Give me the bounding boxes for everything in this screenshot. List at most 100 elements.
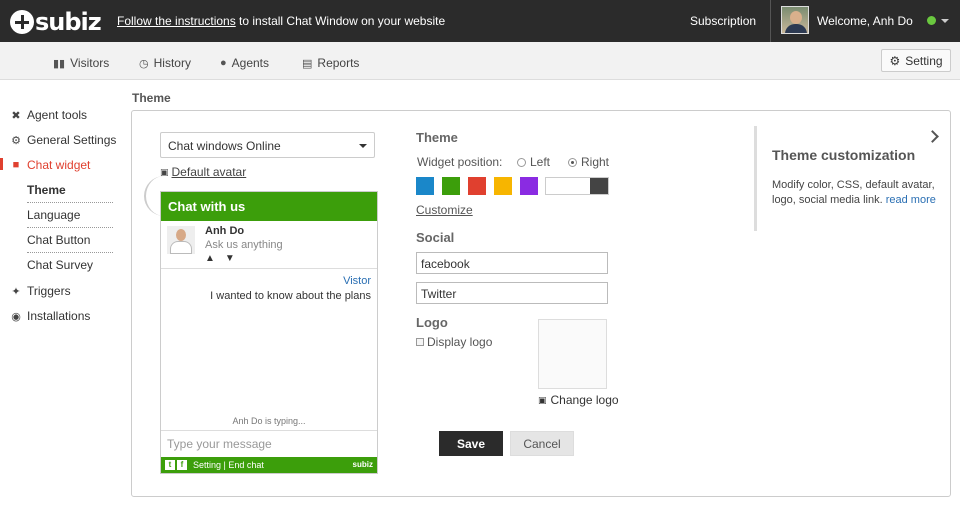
top-bar: subiz Follow the instructions to install… [0,0,960,42]
position-right-label: Right [581,155,610,169]
nav-history-label: History [153,56,191,70]
sidebar-item-label: Triggers [27,284,71,298]
color-swatch [590,178,608,194]
install-notice-text: to install Chat Window on your website [235,14,446,28]
color-swatch[interactable] [442,177,460,195]
page-title: Theme [132,91,171,105]
status-select-value: Chat windows Online [168,139,281,153]
user-avatar[interactable] [781,6,809,34]
sidebar-subitem-chat-button[interactable]: Chat Button [27,233,113,253]
save-button[interactable]: Save [439,431,503,456]
display-logo-label: Display logo [427,335,493,349]
cancel-button[interactable]: Cancel [510,431,574,456]
color-swatch[interactable] [494,177,512,195]
sidebar-item-installations[interactable]: ◉ Installations [10,309,90,323]
radio-circle [568,157,577,167]
facebook-field[interactable]: facebook [416,252,608,274]
position-right-radio[interactable]: Right [568,155,609,169]
thumbs-up-icon[interactable]: ▲ [205,253,215,264]
instructions-link[interactable]: Follow the instructions [117,14,236,28]
typing-indicator: Anh Do is typing... [232,416,306,426]
plus-logo-icon [10,10,34,34]
display-logo-checkbox[interactable]: Display logo [416,335,492,349]
nav-reports[interactable]: ▤ Reports [302,56,359,70]
message-input[interactable]: Type your message [161,430,377,457]
thumbs-down-icon[interactable]: ▼ [225,253,235,264]
chat-header: Chat with us [161,192,377,221]
sidebar-item-label: General Settings [27,133,117,147]
agent-name: Anh Do [205,225,245,237]
nav-reports-label: Reports [317,56,360,70]
nav-history[interactable]: ◷ History [139,56,191,70]
image-icon: ▣ [538,394,547,405]
widget-position-label: Widget position: [417,155,503,169]
chevron-down-icon [359,144,367,148]
agent-row: Anh Do Ask us anything ▲ ▼ [161,221,377,269]
color-swatch[interactable] [416,177,434,195]
report-icon: ▤ [302,57,313,70]
position-left-radio[interactable]: Left [517,155,550,169]
rating: ▲ ▼ [205,253,245,264]
subscription-link[interactable]: Subscription [690,14,756,28]
chat-footer: t f Setting | End chat subiz [161,457,377,473]
sidebar-subitem-chat-survey[interactable]: Chat Survey [27,258,113,277]
social-title: Social [416,230,455,245]
twitter-icon[interactable]: t [165,460,175,470]
sidebar-subitem-theme[interactable]: Theme [27,183,113,203]
agent-avatar [167,226,195,254]
gear-icon: ⚙ [11,134,21,147]
sidebar-item-general-settings[interactable]: ⚙ General Settings [10,133,116,147]
sidebar-item-chat-widget[interactable]: ■ Chat widget [10,158,91,172]
chat-bubbles-icon: ▮▮ [53,57,66,70]
sidebar-item-label: Chat widget [27,158,91,172]
message-text: I wanted to know about the plans [210,290,371,302]
message-sender: Vistor [343,275,371,287]
default-avatar-label: Default avatar [171,165,247,179]
nav-visitors-label: Visitors [70,56,110,70]
default-avatar-link[interactable]: ▣ Default avatar [160,165,246,179]
install-notice: Follow the instructions to install Chat … [117,14,445,28]
color-swatch[interactable] [520,177,538,195]
subiz-logo[interactable]: subiz [10,8,102,36]
main-nav: ▮▮ Visitors ◷ History ● Agents ▤ Reports… [0,42,960,80]
chevron-down-icon[interactable] [941,19,949,23]
read-more-link[interactable]: read more [886,194,936,206]
position-left-label: Left [530,155,551,169]
active-indicator [0,158,3,170]
sidebar-subitem-language[interactable]: Language [27,208,113,228]
wand-icon: ✦ [11,285,21,298]
customization-desc: Modify color, CSS, default avatar, logo,… [772,178,944,208]
theme-title: Theme [416,130,458,145]
nav-visitors[interactable]: ▮▮ Visitors [53,56,109,70]
gear-icon: ⚙ [889,53,901,68]
logo-title: Logo [416,315,448,330]
footer-links[interactable]: Setting | End chat [193,460,264,470]
sidebar-item-label: Agent tools [27,108,88,122]
logo-preview [538,319,607,389]
brand-name: subiz [35,8,102,36]
setting-button[interactable]: ⚙ Setting [881,49,951,72]
customization-title: Theme customization [772,147,916,163]
theme-customization-info: Theme customization Modify color, CSS, d… [754,126,949,231]
color-swatch-custom[interactable] [545,177,609,195]
welcome-user[interactable]: Welcome, Anh Do [817,14,913,28]
agent-status: Ask us anything [205,239,283,251]
sidebar-item-triggers[interactable]: ✦ Triggers [10,284,71,298]
change-logo-link[interactable]: ▣ Change logo [538,393,619,407]
divider [770,0,771,42]
customize-link[interactable]: Customize [416,203,473,217]
setting-label: Setting [905,53,943,68]
nav-agents-label: Agents [231,56,270,70]
radio-circle [517,157,526,167]
status-select[interactable]: Chat windows Online [160,132,375,158]
facebook-icon[interactable]: f [177,460,187,470]
chat-widget-preview: Chat with us Anh Do Ask us anything ▲ ▼ V… [160,191,378,474]
sidebar-item-agent-tools[interactable]: ✖ Agent tools [10,108,87,122]
user-icon: ● [220,57,227,69]
chat-icon: ■ [12,159,20,171]
checkbox-icon [416,338,424,346]
nav-agents[interactable]: ● Agents [220,56,269,70]
color-swatch[interactable] [468,177,486,195]
sidebar-item-label: Installations [27,309,91,323]
twitter-field[interactable]: Twitter [416,282,608,304]
